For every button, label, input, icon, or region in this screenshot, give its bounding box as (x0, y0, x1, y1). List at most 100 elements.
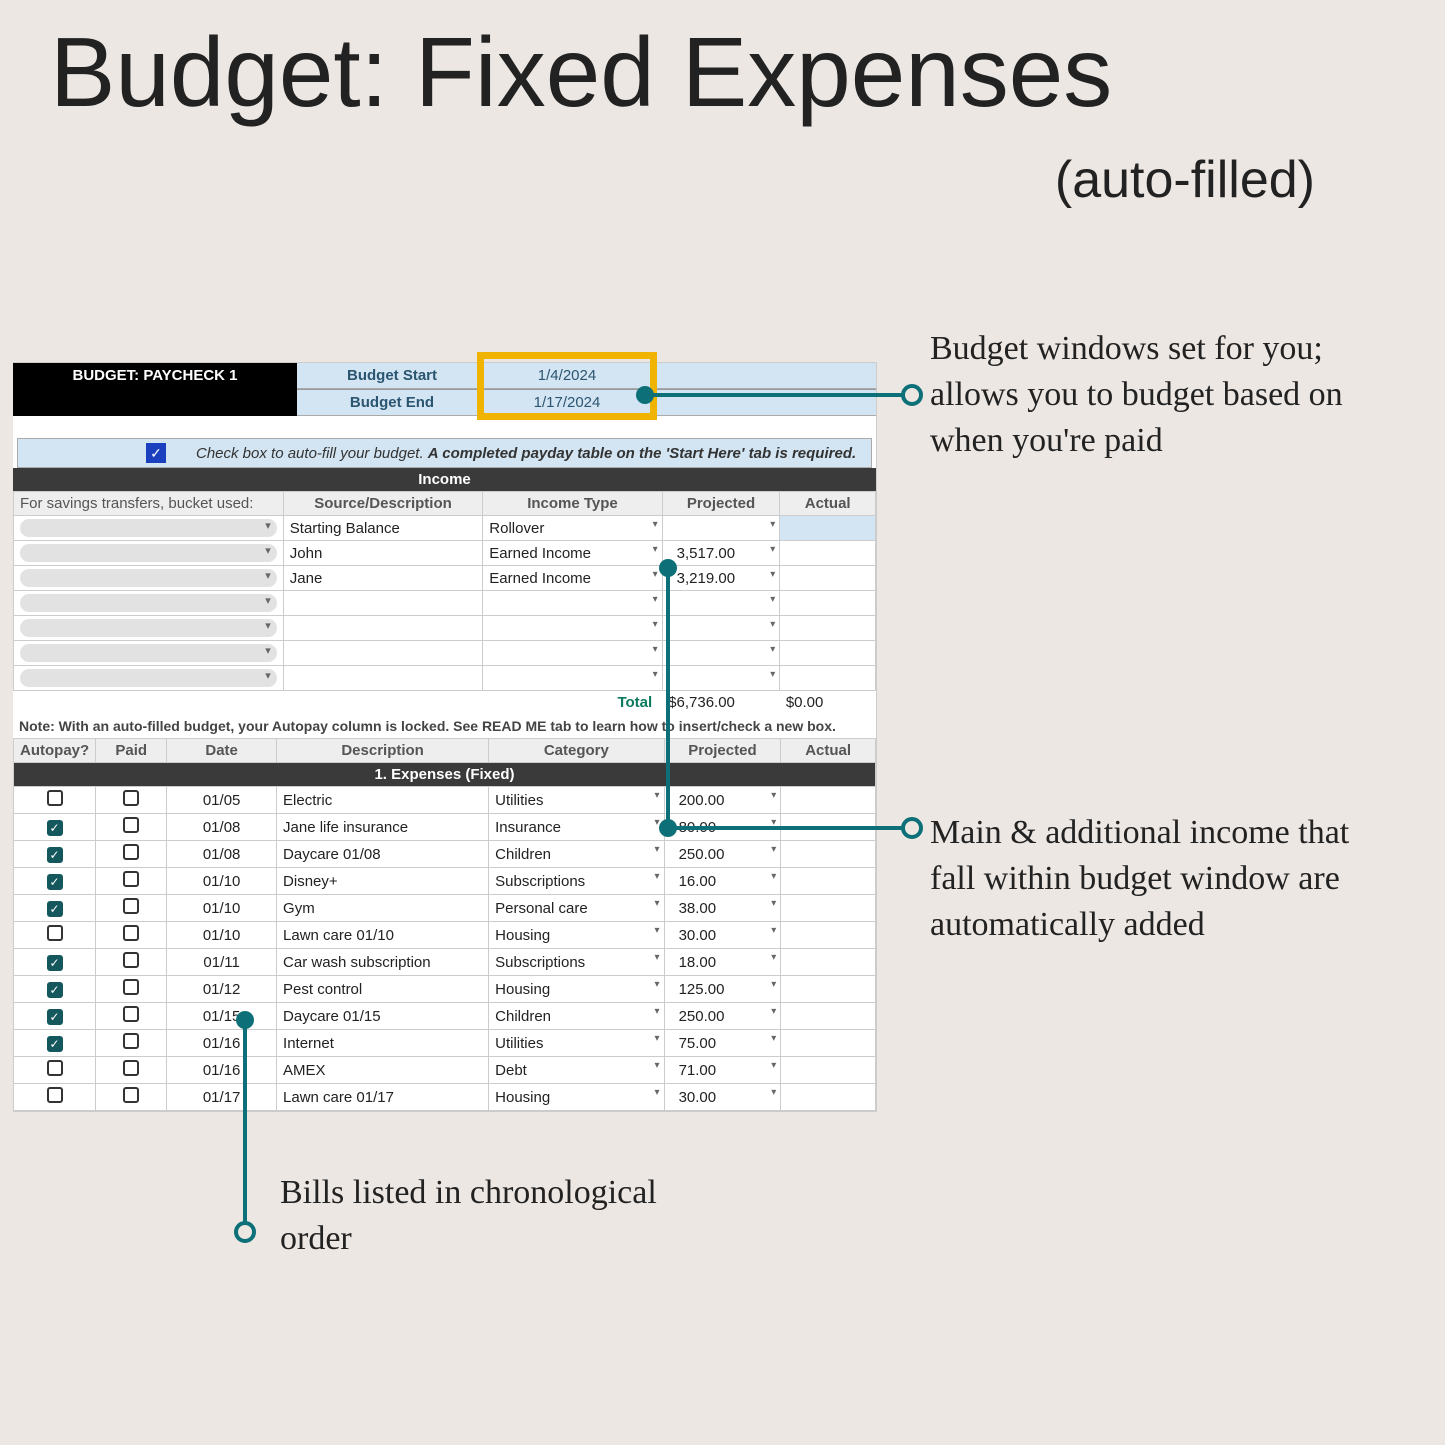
expense-projected[interactable]: 250.00 (664, 841, 781, 868)
expense-description[interactable]: Disney+ (277, 868, 489, 895)
income-source[interactable] (283, 616, 483, 641)
autopay-checkbox[interactable]: ✓ (47, 982, 63, 998)
bucket-dropdown[interactable] (14, 591, 284, 616)
expense-actual[interactable] (781, 814, 876, 841)
income-projected[interactable] (662, 641, 780, 666)
expense-projected[interactable]: 80.00 (664, 814, 781, 841)
expense-date[interactable]: 01/10 (167, 895, 277, 922)
expense-actual[interactable] (781, 1003, 876, 1030)
expense-date[interactable]: 01/15 (167, 1003, 277, 1030)
income-type-dropdown[interactable] (483, 641, 662, 666)
income-projected[interactable] (662, 591, 780, 616)
expense-projected[interactable]: 125.00 (664, 976, 781, 1003)
income-actual[interactable] (780, 566, 876, 591)
expense-date[interactable]: 01/16 (167, 1057, 277, 1084)
bucket-dropdown[interactable] (14, 516, 284, 541)
expense-description[interactable]: Daycare 01/08 (277, 841, 489, 868)
expense-description[interactable]: Gym (277, 895, 489, 922)
paid-checkbox[interactable] (123, 1033, 139, 1049)
autopay-checkbox[interactable] (47, 1060, 63, 1076)
expense-projected[interactable]: 38.00 (664, 895, 781, 922)
paid-checkbox[interactable] (123, 952, 139, 968)
expense-description[interactable]: Electric (277, 787, 489, 814)
expense-category-dropdown[interactable]: Children (489, 1003, 664, 1030)
expense-category-dropdown[interactable]: Personal care (489, 895, 664, 922)
income-projected[interactable]: 3,517.00 (662, 541, 780, 566)
expense-category-dropdown[interactable]: Insurance (489, 814, 664, 841)
expense-projected[interactable]: 18.00 (664, 949, 781, 976)
income-source[interactable] (283, 591, 483, 616)
expense-actual[interactable] (781, 1057, 876, 1084)
expense-category-dropdown[interactable]: Housing (489, 976, 664, 1003)
income-actual[interactable] (780, 616, 876, 641)
income-projected[interactable] (662, 616, 780, 641)
income-actual[interactable] (780, 591, 876, 616)
income-type-dropdown[interactable] (483, 616, 662, 641)
expense-category-dropdown[interactable]: Children (489, 841, 664, 868)
expense-date[interactable]: 01/05 (167, 787, 277, 814)
expense-category-dropdown[interactable]: Housing (489, 1084, 664, 1111)
income-projected[interactable] (662, 516, 780, 541)
expense-actual[interactable] (781, 1084, 876, 1111)
expense-projected[interactable]: 75.00 (664, 1030, 781, 1057)
income-projected[interactable]: 3,219.00 (662, 566, 780, 591)
expense-date[interactable]: 01/08 (167, 814, 277, 841)
expense-actual[interactable] (781, 895, 876, 922)
autopay-checkbox[interactable] (47, 790, 63, 806)
expense-date[interactable]: 01/11 (167, 949, 277, 976)
expense-category-dropdown[interactable]: Utilities (489, 787, 664, 814)
income-type-dropdown[interactable]: Earned Income (483, 566, 662, 591)
expense-date[interactable]: 01/12 (167, 976, 277, 1003)
income-type-dropdown[interactable] (483, 591, 662, 616)
paid-checkbox[interactable] (123, 1087, 139, 1103)
expense-projected[interactable]: 30.00 (664, 1084, 781, 1111)
expense-description[interactable]: Pest control (277, 976, 489, 1003)
expense-date[interactable]: 01/10 (167, 922, 277, 949)
income-actual[interactable] (780, 666, 876, 691)
autopay-checkbox[interactable]: ✓ (47, 955, 63, 971)
expense-actual[interactable] (781, 868, 876, 895)
autopay-checkbox[interactable]: ✓ (47, 1036, 63, 1052)
bucket-dropdown[interactable] (14, 541, 284, 566)
bucket-dropdown[interactable] (14, 616, 284, 641)
income-source[interactable]: Jane (283, 566, 483, 591)
income-type-dropdown[interactable] (483, 666, 662, 691)
paid-checkbox[interactable] (123, 844, 139, 860)
autopay-checkbox[interactable] (47, 1087, 63, 1103)
autopay-checkbox[interactable]: ✓ (47, 901, 63, 917)
paid-checkbox[interactable] (123, 898, 139, 914)
autopay-checkbox[interactable] (47, 925, 63, 941)
bucket-dropdown[interactable] (14, 666, 284, 691)
expense-date[interactable]: 01/08 (167, 841, 277, 868)
expense-date[interactable]: 01/16 (167, 1030, 277, 1057)
expense-date[interactable]: 01/10 (167, 868, 277, 895)
paid-checkbox[interactable] (123, 1060, 139, 1076)
paid-checkbox[interactable] (123, 1006, 139, 1022)
expense-actual[interactable] (781, 787, 876, 814)
expense-description[interactable]: Daycare 01/15 (277, 1003, 489, 1030)
autopay-checkbox[interactable]: ✓ (47, 847, 63, 863)
expense-projected[interactable]: 200.00 (664, 787, 781, 814)
income-source[interactable]: Starting Balance (283, 516, 483, 541)
income-source[interactable] (283, 641, 483, 666)
expense-category-dropdown[interactable]: Debt (489, 1057, 664, 1084)
expense-description[interactable]: Lawn care 01/17 (277, 1084, 489, 1111)
expense-description[interactable]: Jane life insurance (277, 814, 489, 841)
income-actual[interactable] (780, 641, 876, 666)
expense-description[interactable]: Car wash subscription (277, 949, 489, 976)
income-source[interactable] (283, 666, 483, 691)
autopay-checkbox[interactable]: ✓ (47, 820, 63, 836)
expense-category-dropdown[interactable]: Subscriptions (489, 949, 664, 976)
expense-actual[interactable] (781, 922, 876, 949)
income-actual[interactable] (780, 541, 876, 566)
expense-category-dropdown[interactable]: Housing (489, 922, 664, 949)
paid-checkbox[interactable] (123, 790, 139, 806)
income-actual[interactable] (780, 516, 876, 541)
expense-projected[interactable]: 250.00 (664, 1003, 781, 1030)
income-projected[interactable] (662, 666, 780, 691)
expense-actual[interactable] (781, 976, 876, 1003)
expense-actual[interactable] (781, 949, 876, 976)
autopay-checkbox[interactable]: ✓ (47, 1009, 63, 1025)
income-source[interactable]: John (283, 541, 483, 566)
paid-checkbox[interactable] (123, 871, 139, 887)
